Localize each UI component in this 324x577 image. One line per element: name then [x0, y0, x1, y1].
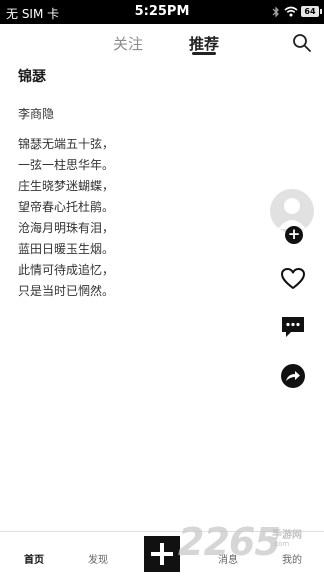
tab-recommend[interactable]: 推荐	[189, 33, 219, 54]
poem-body: 锦瑟无端五十弦， 一弦一柱思华年。 庄生晓梦迷蝴蝶， 望帝春心托杜鹃。 沧海月明…	[18, 134, 258, 302]
poem-line: 望帝春心托杜鹃。	[18, 200, 115, 214]
author-avatar-group: +	[270, 189, 316, 245]
wifi-icon	[284, 6, 298, 17]
poem-title: 锦瑟	[18, 69, 46, 85]
poem-line: 锦瑟无端五十弦，	[18, 137, 115, 151]
status-bar: 无 SIM 卡 5:25PM 64	[0, 0, 324, 24]
tab-home[interactable]: 首页	[24, 551, 44, 566]
bluetooth-icon	[272, 6, 279, 18]
publish-button[interactable]	[144, 536, 180, 572]
top-nav: 关注 推荐	[0, 24, 324, 62]
search-icon[interactable]	[292, 33, 312, 53]
battery-icon: 64	[301, 6, 322, 17]
active-tab-indicator	[192, 52, 216, 55]
follow-button[interactable]: +	[285, 226, 303, 244]
poem-line: 一弦一柱思华年。	[18, 158, 115, 172]
heart-icon[interactable]	[280, 266, 306, 292]
tab-discover[interactable]: 发现	[88, 551, 108, 566]
comment-icon[interactable]	[280, 314, 306, 340]
tab-follow[interactable]: 关注	[113, 33, 143, 54]
poem-card: 锦瑟 李商隐 锦瑟无端五十弦， 一弦一柱思华年。 庄生晓梦迷蝴蝶， 望帝春心托杜…	[18, 66, 258, 302]
poem-line: 沧海月明珠有泪，	[18, 221, 115, 235]
tab-me[interactable]: 我的	[282, 551, 302, 566]
tab-messages[interactable]: 消息	[218, 551, 238, 566]
poem-author: 李商隐	[18, 107, 55, 121]
poem-line: 只是当时已惘然。	[18, 284, 115, 298]
poem-line: 庄生晓梦迷蝴蝶，	[18, 179, 115, 193]
poem-line: 蓝田日暖玉生烟。	[18, 242, 115, 256]
poem-line: 此情可待成追忆，	[18, 263, 115, 277]
share-icon[interactable]	[280, 363, 306, 389]
